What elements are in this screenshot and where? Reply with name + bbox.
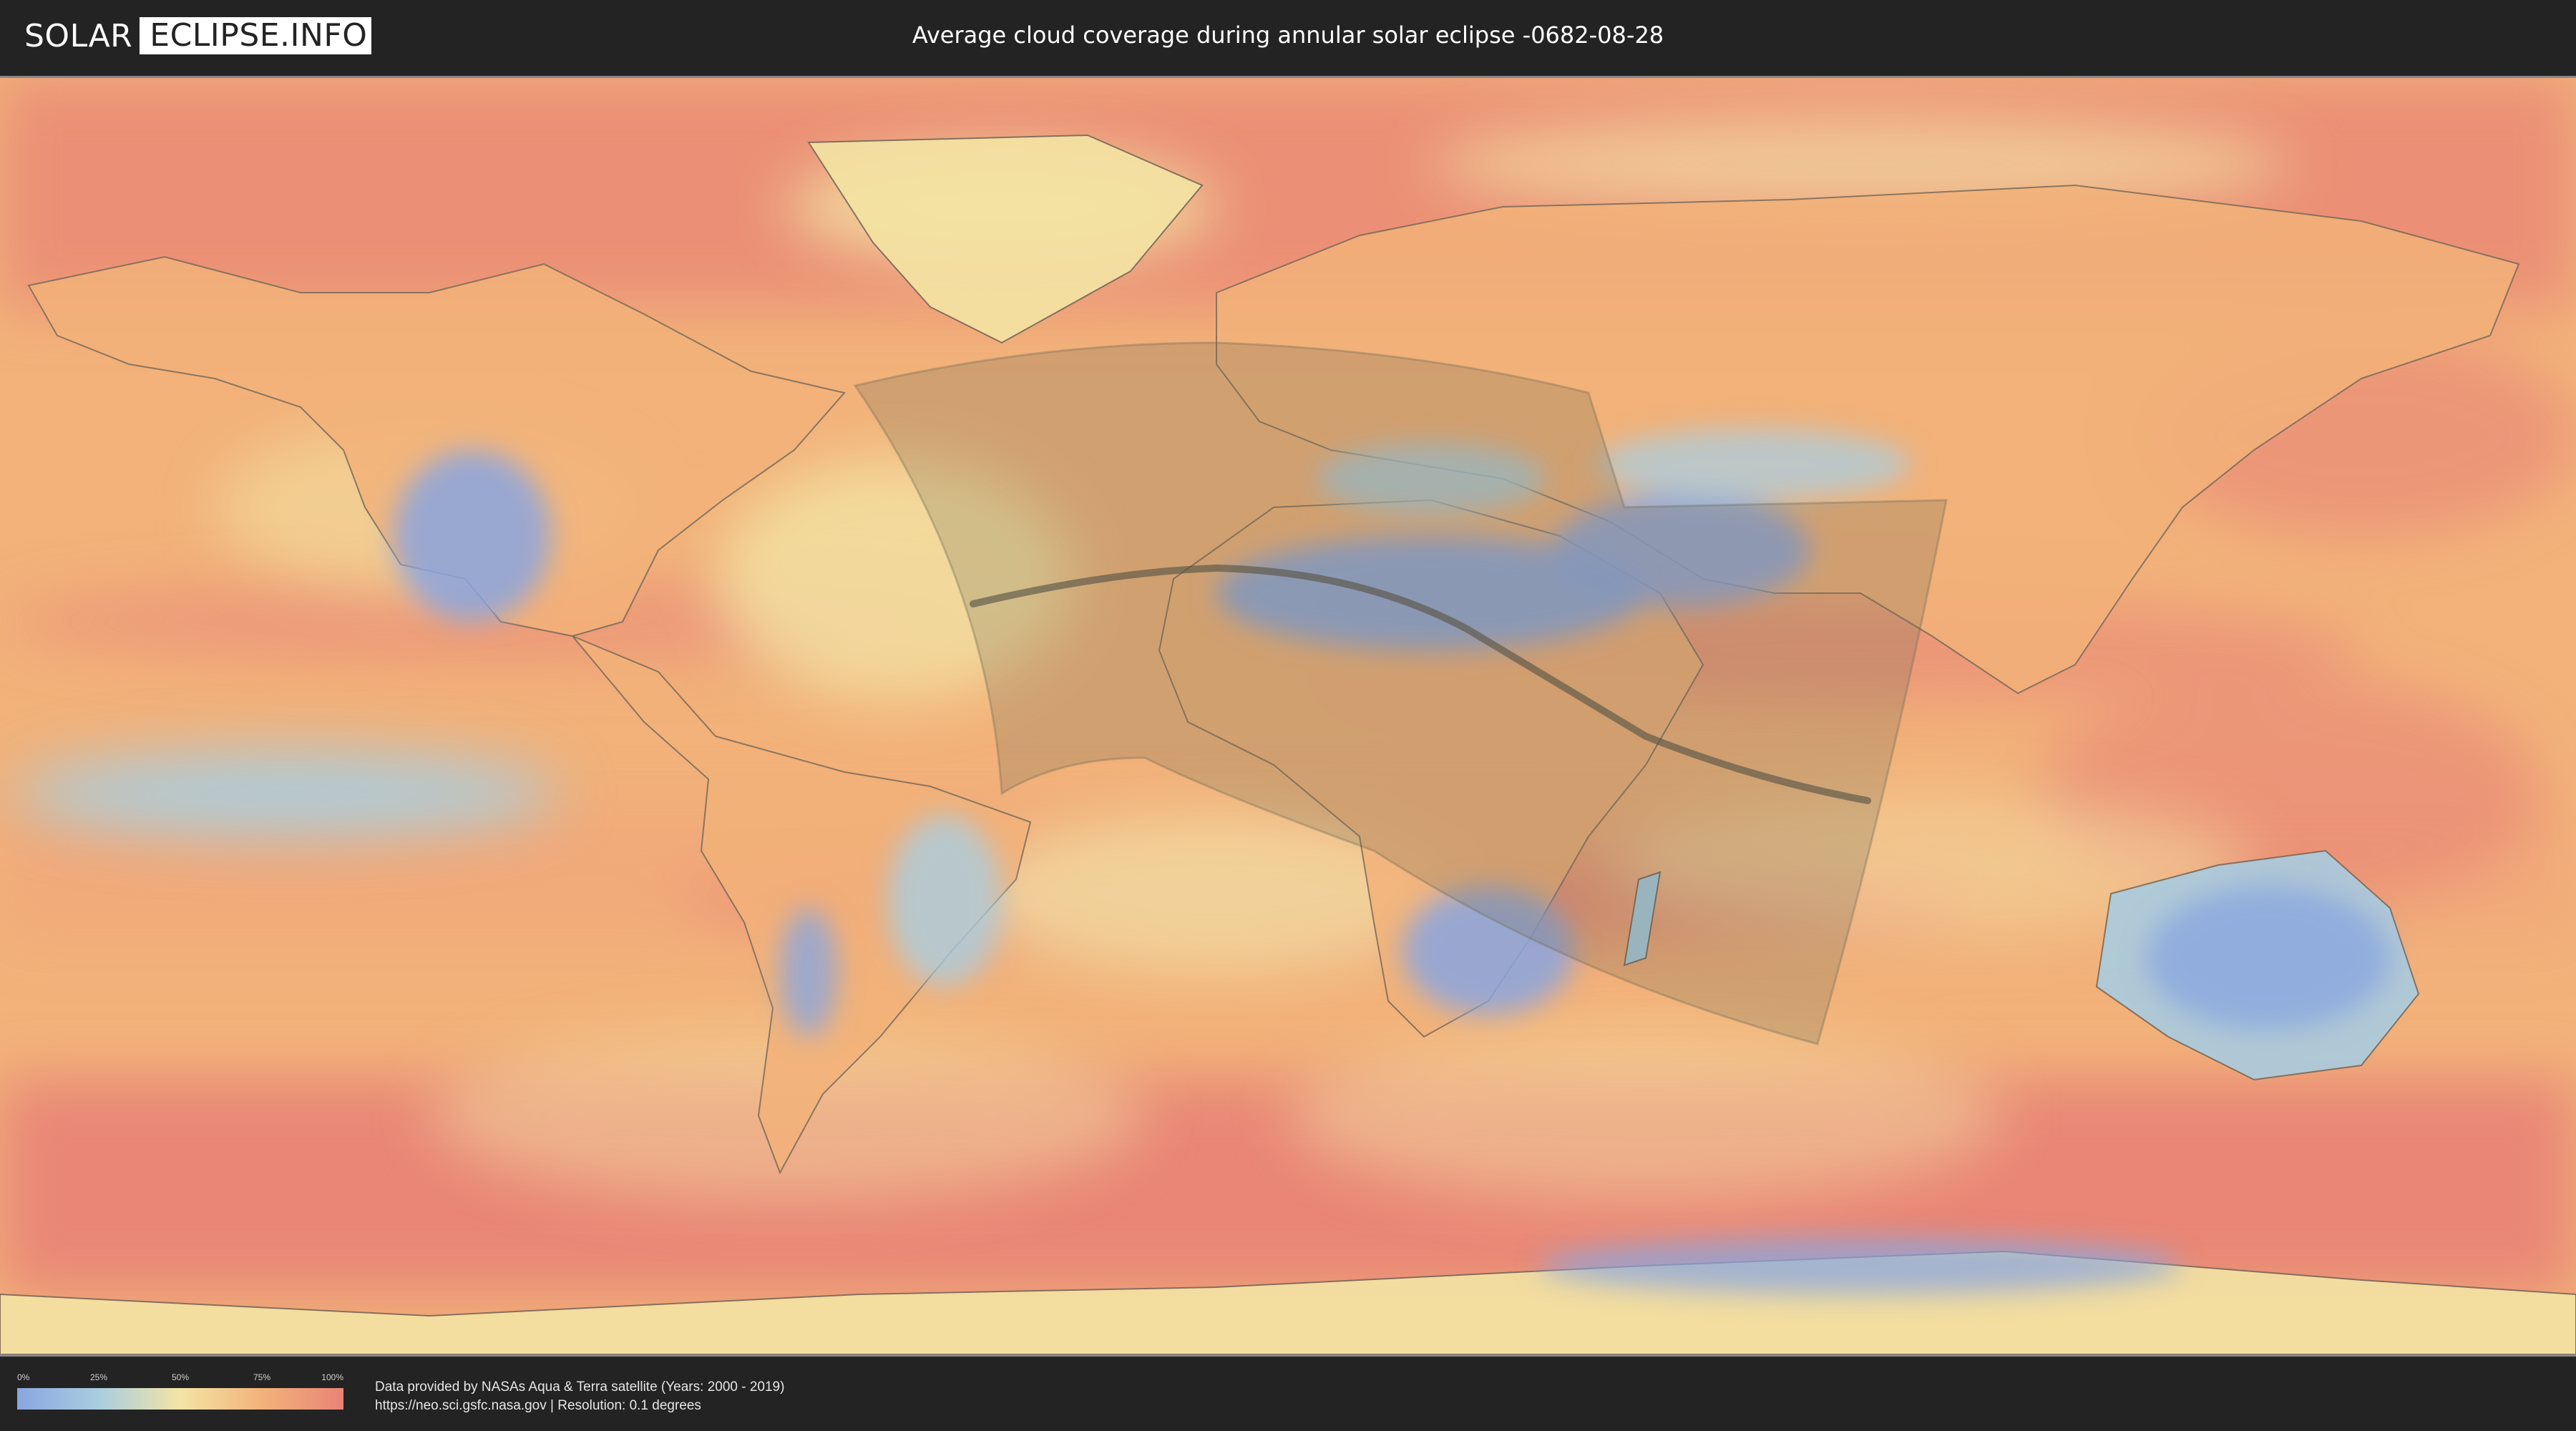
legend-tick-50: 50%	[171, 1372, 190, 1382]
legend-tick-25: 25%	[89, 1372, 108, 1382]
cloud-coverage-legend: 0% 25% 50% 75% 100%	[17, 1372, 343, 1410]
cloud-coverage-map[interactable]	[0, 76, 2576, 1357]
legend-tick-100: 100%	[321, 1372, 343, 1382]
data-credit: Data provided by NASAs Aqua & Terra sate…	[375, 1378, 784, 1415]
page-title: Average cloud coverage during annular so…	[912, 21, 1664, 49]
legend-tick-75: 75%	[253, 1372, 271, 1382]
legend-color-bar	[17, 1388, 343, 1410]
credit-source: Data provided by NASAs Aqua & Terra sate…	[375, 1379, 785, 1395]
credit-link[interactable]: https://neo.sci.gsfc.nasa.gov | Resoluti…	[375, 1397, 784, 1415]
header-bar: SOLAR ECLIPSE.INFO Average cloud coverag…	[0, 0, 2576, 72]
legend-ticks: 0% 25% 50% 75% 100%	[17, 1372, 343, 1385]
legend-tick-0: 0%	[17, 1372, 30, 1382]
footer-bar: 0% 25% 50% 75% 100% Data provided by NAS…	[0, 1357, 2576, 1431]
map-canvas	[0, 78, 2576, 1354]
